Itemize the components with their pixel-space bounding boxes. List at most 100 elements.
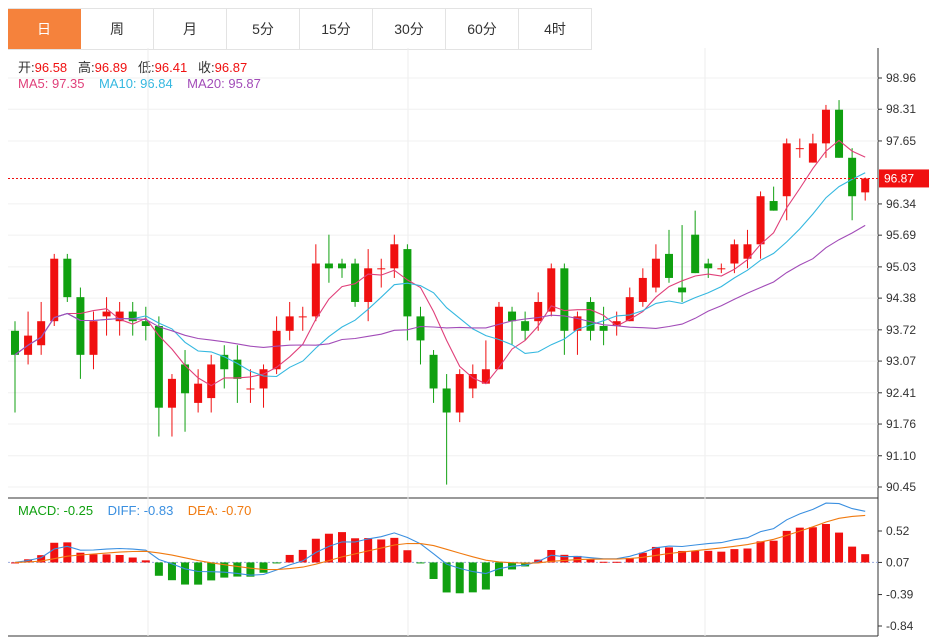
macd-histogram-bar <box>743 548 752 563</box>
macd-histogram-bar <box>89 554 98 563</box>
diff-line <box>14 502 866 576</box>
candle-body <box>272 330 281 370</box>
y-tick-label: 93.07 <box>886 354 916 368</box>
candle-body <box>351 263 360 302</box>
y-tick-label: 96.34 <box>886 197 916 211</box>
candle-body <box>795 148 804 150</box>
candle-body <box>808 143 817 163</box>
candle-body <box>377 268 386 270</box>
y-tick-label: 91.76 <box>886 417 916 431</box>
macd-histogram-bar <box>468 562 477 593</box>
candle-body <box>11 330 19 355</box>
macd-y-tick-label: -0.84 <box>886 619 914 633</box>
candle-body <box>560 268 569 331</box>
macd-y-tick-label: 0.07 <box>886 555 910 569</box>
macd-histogram-bar <box>848 546 857 563</box>
macd-histogram-bar <box>835 532 844 563</box>
y-tick-label: 90.45 <box>886 480 916 494</box>
candle-body <box>311 263 320 317</box>
candle-body <box>848 157 857 197</box>
macd-histogram-bar <box>115 554 124 563</box>
macd-histogram-bar <box>861 554 870 563</box>
kline-chart: 98.96 98.31 97.65 96.34 95.69 95.03 94.38 93.72… <box>8 48 929 637</box>
candle-body <box>638 277 647 302</box>
macd-histogram-bar <box>756 541 765 563</box>
candle-body <box>481 369 490 384</box>
y-tick-label: 91.10 <box>886 449 916 463</box>
macd-histogram-bar <box>102 554 111 563</box>
macd-histogram-bar <box>717 551 726 563</box>
macd-histogram-bar <box>795 527 804 563</box>
candle-body <box>285 316 294 331</box>
candle-body <box>547 268 556 312</box>
candle-body <box>730 244 739 264</box>
macd-histogram-bar <box>442 562 451 593</box>
candle-body <box>665 253 673 278</box>
macd-histogram-bar <box>416 562 425 564</box>
macd-histogram-bar <box>821 524 830 563</box>
candle-body <box>167 378 176 408</box>
candle-body <box>756 196 765 245</box>
y-tick-label: 98.96 <box>886 71 916 85</box>
macd-histogram-bar <box>63 542 72 563</box>
macd-histogram-bar <box>76 552 85 563</box>
macd-histogram-bar <box>285 554 294 563</box>
macd-histogram-bar <box>259 562 268 573</box>
macd-histogram-bar <box>612 561 621 563</box>
candle-body <box>102 311 111 317</box>
candle-body <box>246 388 255 390</box>
candle-body <box>782 143 791 197</box>
macd-y-tick-label: -0.39 <box>886 588 914 602</box>
macd-histogram-bar <box>377 539 386 563</box>
y-tick-label: 92.41 <box>886 386 916 400</box>
macd-histogram-bar <box>730 549 739 563</box>
candle-body <box>416 316 425 341</box>
candle-body <box>442 388 451 413</box>
candle-body <box>468 374 477 389</box>
candle-body <box>717 268 726 270</box>
candle-body <box>704 263 713 269</box>
y-tick-label: 98.31 <box>886 102 916 116</box>
candle-body <box>494 306 503 370</box>
macd-histogram-bar <box>429 562 438 579</box>
candle-body <box>521 321 530 331</box>
macd-histogram-bar <box>808 527 817 563</box>
candle-body <box>324 263 333 269</box>
y-tick-label: 95.03 <box>886 260 916 274</box>
macd-histogram-bar <box>599 561 608 563</box>
candle-body <box>769 201 778 211</box>
y-tick-label: 93.72 <box>886 323 916 337</box>
macd-y-tick-label: 0.52 <box>886 524 910 538</box>
current-price-label: 96.87 <box>884 171 914 185</box>
macd-histogram-bar <box>194 562 203 585</box>
candle-body <box>861 178 870 193</box>
macd-histogram-bar <box>704 550 713 563</box>
candle-body <box>678 287 687 293</box>
candle-body <box>76 297 85 355</box>
candle-body <box>364 268 373 302</box>
macd-histogram-bar <box>769 540 778 563</box>
candle-body <box>651 258 660 288</box>
macd-histogram-bar <box>481 562 490 590</box>
macd-histogram-bar <box>181 562 190 585</box>
candle-body <box>390 244 399 269</box>
candle-body <box>338 263 346 269</box>
macd-histogram-bar <box>128 557 137 563</box>
candle-body <box>50 258 59 322</box>
candle-body <box>63 258 72 298</box>
candle-body <box>455 374 464 413</box>
candle-body <box>821 109 830 144</box>
y-tick-label: 94.38 <box>886 291 916 305</box>
candle-body <box>298 316 307 318</box>
macd-histogram-bar <box>390 537 399 563</box>
macd-histogram-bar <box>272 562 281 564</box>
y-tick-label: 97.65 <box>886 134 916 148</box>
candle-body <box>835 109 844 158</box>
macd-histogram-bar <box>141 560 150 563</box>
candle-body <box>508 311 517 322</box>
candle-body <box>194 383 203 403</box>
macd-histogram-bar <box>665 547 673 563</box>
y-tick-label: 95.69 <box>886 228 916 242</box>
macd-histogram-bar <box>586 559 595 563</box>
macd-histogram-bar <box>154 562 163 576</box>
